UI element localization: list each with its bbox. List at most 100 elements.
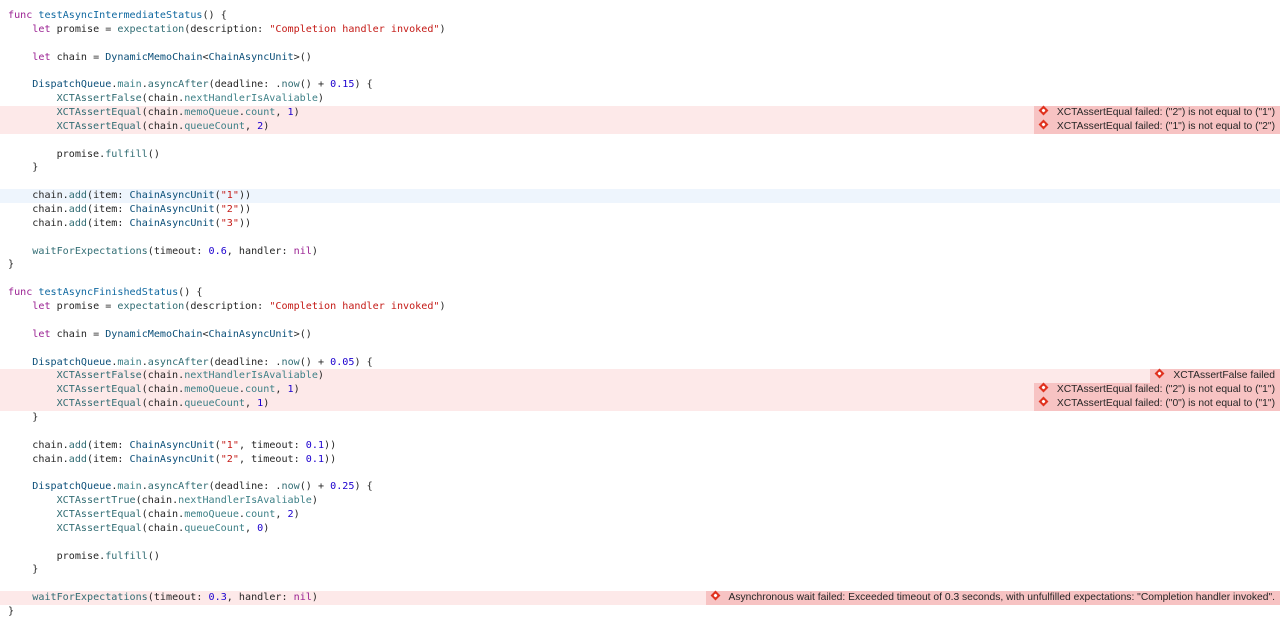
code-line[interactable]: let chain = DynamicMemoChain<ChainAsyncU… bbox=[0, 51, 1280, 65]
code-token: (item: bbox=[87, 204, 130, 216]
code-line[interactable]: chain.add(item: ChainAsyncUnit("3")) bbox=[0, 217, 1280, 231]
code-token: add bbox=[68, 190, 87, 202]
code-token: ) bbox=[293, 384, 300, 396]
code-line[interactable]: } bbox=[0, 411, 1280, 425]
code-token: promise = bbox=[50, 301, 118, 313]
code-line[interactable]: XCTAssertFalse(chain.nextHandlerIsAvalia… bbox=[0, 92, 1280, 106]
code-line[interactable] bbox=[0, 577, 1280, 591]
code-line[interactable]: func testAsyncIntermediateStatus() { bbox=[0, 9, 1280, 23]
code-token: ChainAsyncUnit bbox=[208, 51, 294, 63]
error-code-line[interactable]: waitForExpectations(timeout: 0.3, handle… bbox=[0, 590, 1280, 605]
code-line[interactable]: promise.fulfill() bbox=[0, 148, 1280, 162]
code-token: (description: bbox=[184, 23, 270, 35]
code-line[interactable]: } bbox=[0, 161, 1280, 175]
code-token: ChainAsyncUnit bbox=[129, 217, 215, 229]
code-token: )) bbox=[238, 217, 252, 229]
code-line[interactable]: waitForExpectations(timeout: 0.6, handle… bbox=[0, 245, 1280, 259]
code-token: chain. bbox=[32, 453, 69, 465]
code-line[interactable]: chain.add(item: ChainAsyncUnit("2", time… bbox=[0, 453, 1280, 467]
code-line[interactable]: chain.add(item: ChainAsyncUnit("1")) bbox=[0, 189, 1280, 204]
source-editor[interactable]: func testAsyncIntermediateStatus() {let … bbox=[0, 0, 1280, 627]
error-annotation[interactable]: XCTAssertFalse failed bbox=[1150, 368, 1280, 384]
code-line[interactable] bbox=[0, 536, 1280, 550]
code-token: add bbox=[68, 204, 87, 216]
error-code-line[interactable]: XCTAssertEqual(chain.memoQueue.count, 1)… bbox=[0, 105, 1280, 120]
error-annotation[interactable]: Asynchronous wait failed: Exceeded timeo… bbox=[705, 590, 1280, 605]
code-line[interactable] bbox=[0, 425, 1280, 439]
code-line[interactable] bbox=[0, 37, 1280, 51]
error-annotation[interactable]: XCTAssertEqual failed: ("1") is not equa… bbox=[1033, 119, 1280, 134]
code-text: promise.fulfill() bbox=[57, 148, 160, 162]
code-line[interactable]: DispatchQueue.main.asyncAfter(deadline: … bbox=[0, 78, 1280, 92]
code-text: XCTAssertEqual(chain.queueCount, 2) bbox=[57, 120, 270, 134]
code-token: , bbox=[275, 107, 288, 119]
code-token: main bbox=[117, 356, 142, 368]
code-line[interactable]: } bbox=[0, 258, 1280, 272]
code-token: promise. bbox=[56, 148, 106, 160]
code-token: "2" bbox=[220, 453, 239, 465]
error-message: XCTAssertEqual failed: ("0") is not equa… bbox=[1056, 398, 1275, 410]
code-line[interactable]: } bbox=[0, 563, 1280, 577]
code-line[interactable]: DispatchQueue.main.asyncAfter(deadline: … bbox=[0, 356, 1280, 370]
code-token: "1" bbox=[220, 439, 239, 451]
code-token: (chain. bbox=[141, 384, 185, 396]
code-token: ) bbox=[439, 23, 446, 35]
code-line[interactable]: chain.add(item: ChainAsyncUnit("1", time… bbox=[0, 439, 1280, 453]
code-text: promise.fulfill() bbox=[57, 550, 160, 564]
code-token: count bbox=[245, 508, 276, 520]
code-line[interactable]: let promise = expectation(description: "… bbox=[0, 23, 1280, 37]
code-line[interactable]: let promise = expectation(description: "… bbox=[0, 300, 1280, 314]
error-code-line[interactable]: XCTAssertFalse(chain.nextHandlerIsAvalia… bbox=[0, 368, 1280, 384]
code-text: chain.add(item: ChainAsyncUnit("2")) bbox=[32, 203, 251, 217]
code-line[interactable]: DispatchQueue.main.asyncAfter(deadline: … bbox=[0, 480, 1280, 494]
code-text: } bbox=[8, 258, 14, 272]
code-token: ) bbox=[311, 592, 318, 604]
code-token: XCTAssertEqual bbox=[56, 522, 142, 534]
code-token: 0.3 bbox=[208, 592, 227, 604]
code-token: (item: bbox=[87, 439, 130, 451]
code-line[interactable]: XCTAssertTrue(chain.nextHandlerIsAvaliab… bbox=[0, 494, 1280, 508]
code-line[interactable]: XCTAssertEqual(chain.memoQueue.count, 2) bbox=[0, 508, 1280, 522]
code-token: "3" bbox=[220, 217, 239, 229]
code-line[interactable] bbox=[0, 231, 1280, 245]
code-token: nextHandlerIsAvaliable bbox=[184, 93, 318, 105]
error-code-line[interactable]: XCTAssertEqual(chain.memoQueue.count, 1)… bbox=[0, 382, 1280, 398]
code-text: chain.add(item: ChainAsyncUnit("3")) bbox=[32, 217, 251, 231]
code-token: now bbox=[281, 481, 300, 493]
code-token: ) bbox=[439, 301, 446, 313]
error-annotation[interactable]: XCTAssertEqual failed: ("2") is not equa… bbox=[1033, 382, 1280, 398]
error-message: XCTAssertEqual failed: ("1") is not equa… bbox=[1056, 120, 1275, 132]
code-text: XCTAssertEqual(chain.memoQueue.count, 1) bbox=[57, 383, 300, 397]
code-line[interactable] bbox=[0, 466, 1280, 480]
code-line[interactable]: promise.fulfill() bbox=[0, 550, 1280, 564]
error-code-line[interactable]: XCTAssertEqual(chain.queueCount, 2) XCTAs… bbox=[0, 119, 1280, 134]
code-line[interactable] bbox=[0, 272, 1280, 286]
code-line[interactable]: XCTAssertEqual(chain.queueCount, 0) bbox=[0, 522, 1280, 536]
code-token: ) bbox=[311, 245, 318, 257]
code-line[interactable]: chain.add(item: ChainAsyncUnit("2")) bbox=[0, 203, 1280, 217]
error-icon bbox=[710, 590, 720, 601]
code-token: (chain. bbox=[141, 522, 185, 534]
error-annotation[interactable]: XCTAssertEqual failed: ("0") is not equa… bbox=[1033, 396, 1280, 411]
code-token: asyncAfter bbox=[147, 356, 209, 368]
code-line[interactable] bbox=[0, 175, 1280, 189]
code-token: chain = bbox=[50, 51, 106, 63]
code-token: ) bbox=[263, 120, 270, 132]
code-text: waitForExpectations(timeout: 0.3, handle… bbox=[32, 591, 318, 605]
code-token: chain. bbox=[32, 204, 69, 216]
code-token: promise = bbox=[50, 23, 118, 35]
error-code-line[interactable]: XCTAssertEqual(chain.queueCount, 1) XCTAs… bbox=[0, 396, 1280, 411]
error-annotation[interactable]: XCTAssertEqual failed: ("2") is not equa… bbox=[1033, 105, 1280, 120]
code-token: () bbox=[147, 550, 160, 562]
code-line[interactable]: func testAsyncFinishedStatus() { bbox=[0, 286, 1280, 300]
code-line[interactable] bbox=[0, 342, 1280, 356]
code-token: count bbox=[245, 384, 276, 396]
code-line[interactable]: let chain = DynamicMemoChain<ChainAsyncU… bbox=[0, 328, 1280, 342]
code-line[interactable] bbox=[0, 134, 1280, 148]
code-line[interactable]: } bbox=[0, 605, 1280, 619]
code-token: XCTAssertEqual bbox=[56, 120, 142, 132]
code-text: XCTAssertEqual(chain.memoQueue.count, 2) bbox=[57, 508, 300, 522]
code-token: 0.05 bbox=[330, 356, 355, 368]
code-line[interactable] bbox=[0, 64, 1280, 78]
code-line[interactable] bbox=[0, 314, 1280, 328]
